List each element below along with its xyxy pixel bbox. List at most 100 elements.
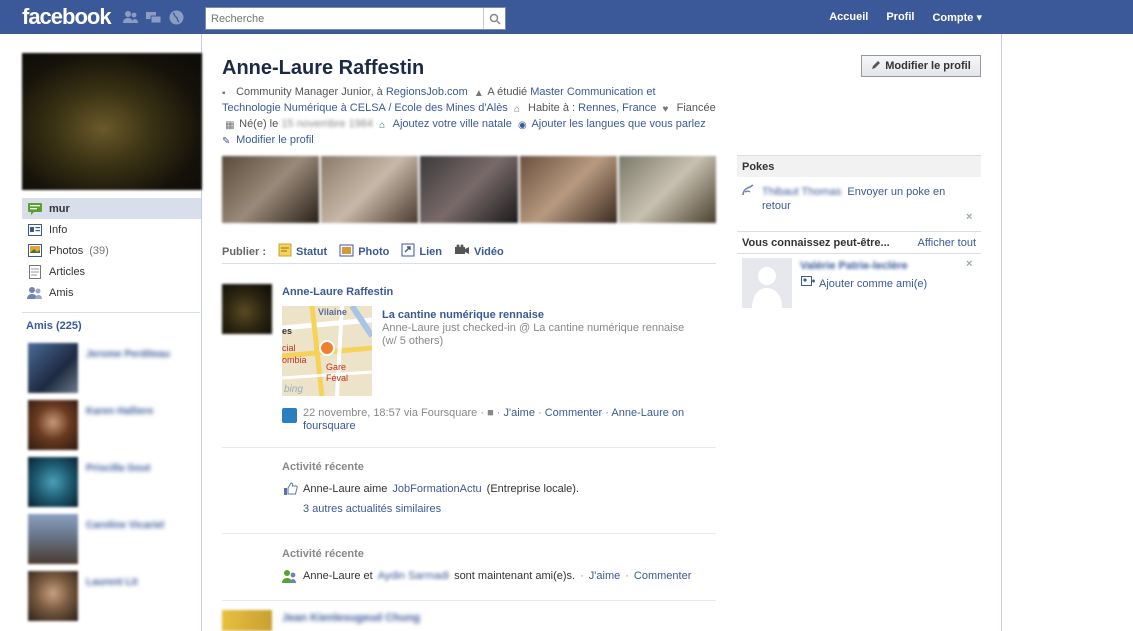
- sidebar-item-info[interactable]: Info: [22, 219, 201, 240]
- profile-nav: mur Info Photos (39) Articles Amis: [22, 198, 201, 303]
- lives-prefix: Habite à :: [528, 102, 576, 114]
- relationship-status: Fiancée: [676, 102, 716, 114]
- company-link[interactable]: RegionsJob.com: [386, 86, 468, 98]
- friends-section-title[interactable]: Amis (225): [26, 320, 82, 332]
- map-label: ombia: [282, 355, 307, 365]
- friend-requests-icon[interactable]: [122, 9, 139, 26]
- camera-icon: [339, 243, 354, 260]
- notification-jewels: [122, 9, 185, 26]
- location-map[interactable]: Vilaine es cial ombia Gare Féval bing: [282, 306, 372, 396]
- similar-stories-link[interactable]: 3 autres actualités similaires: [303, 503, 441, 515]
- friend-photo[interactable]: [28, 400, 78, 450]
- friend-name[interactable]: Jerome Perditeau: [86, 349, 170, 393]
- liked-page-link[interactable]: JobFormationActu: [392, 483, 481, 495]
- thumbs-up-icon: [282, 481, 298, 497]
- friend-item[interactable]: Jerome Perditeau: [28, 343, 198, 393]
- edit-profile-label: Modifier le profil: [885, 60, 971, 72]
- friend-item[interactable]: Caroline Vicariel: [28, 514, 198, 564]
- sidebar-item-amis[interactable]: Amis: [22, 282, 201, 303]
- nav-compte[interactable]: Compte ▾: [923, 11, 991, 24]
- friend-photo[interactable]: [28, 514, 78, 564]
- notes-icon: [27, 264, 43, 280]
- close-icon[interactable]: ×: [966, 211, 972, 223]
- friend-item[interactable]: Laurent Lit: [28, 571, 198, 621]
- born-prefix: Né(e) le: [239, 118, 279, 130]
- sidebar-item-articles[interactable]: Articles: [22, 261, 201, 282]
- tagged-photo[interactable]: [420, 156, 518, 223]
- add-hometown-link[interactable]: Ajoutez votre ville natale: [393, 118, 512, 130]
- activity-suffix: (Entreprise locale).: [486, 483, 579, 495]
- feed-story-checkin: Anne-Laure Raffestin Vilaine es cial omb…: [222, 284, 716, 444]
- place-title-link[interactable]: La cantine numérique rennaise: [382, 309, 544, 321]
- friend-photo[interactable]: [28, 457, 78, 507]
- story-avatar[interactable]: [222, 610, 272, 631]
- pokes-title: Pokes: [742, 160, 775, 173]
- friend-name[interactable]: Laurent Lit: [86, 577, 138, 621]
- map-label: Gare: [326, 362, 346, 372]
- publish-photo-label: Photo: [358, 245, 390, 258]
- add-languages-link[interactable]: Ajouter les langues que vous parlez: [531, 118, 705, 130]
- map-label: Vilaine: [318, 307, 347, 317]
- video-camera-icon: [454, 244, 470, 260]
- photos-count: (39): [89, 244, 109, 257]
- story-time[interactable]: 22 novembre, 18:57 via Foursquare: [303, 407, 477, 419]
- graduation-cap-icon: ▲: [473, 88, 484, 99]
- friend-item[interactable]: Karen Halliere: [28, 400, 198, 450]
- comment-link[interactable]: Commenter: [545, 407, 602, 419]
- tagged-photo[interactable]: [222, 156, 320, 223]
- publish-status-button[interactable]: Statut: [278, 243, 327, 260]
- friend-photo[interactable]: [28, 343, 78, 393]
- tagged-photo[interactable]: [618, 156, 717, 223]
- tagged-photo[interactable]: [519, 156, 617, 223]
- like-link[interactable]: J'aime: [589, 570, 620, 582]
- friend-item[interactable]: Priscilla Gout: [28, 457, 198, 507]
- friend-name[interactable]: Karen Halliere: [86, 406, 153, 450]
- poke-person[interactable]: Thibaut Thomas: [762, 186, 841, 198]
- story-divider: [222, 600, 716, 601]
- nav-compte-label: Compte: [932, 11, 974, 24]
- nav-profil[interactable]: Profil: [877, 11, 923, 23]
- study-prefix: A étudié: [487, 86, 528, 98]
- search-icon[interactable]: [483, 8, 505, 29]
- facebook-logo[interactable]: facebook: [22, 4, 112, 30]
- city-link[interactable]: Rennes, France: [578, 102, 656, 114]
- map-label: cial: [282, 343, 296, 353]
- notifications-globe-icon[interactable]: [168, 9, 185, 26]
- story-avatar[interactable]: [222, 284, 272, 334]
- friend-name[interactable]: Caroline Vicariel: [86, 520, 164, 564]
- pymk-header: Vous connaissez peut-être... Afficher to…: [737, 231, 981, 253]
- add-friend-button[interactable]: Ajouter comme ami(e): [801, 276, 927, 291]
- comment-link[interactable]: Commenter: [634, 570, 691, 582]
- pymk-avatar[interactable]: [742, 258, 792, 308]
- see-all-link[interactable]: Afficher tout: [918, 237, 977, 249]
- poke-line: Thibaut Thomas Envoyer un poke en retour: [762, 185, 972, 213]
- story-author[interactable]: Anne-Laure Raffestin: [282, 286, 393, 298]
- search-input[interactable]: [206, 9, 483, 28]
- edit-profile-button[interactable]: Modifier le profil: [861, 55, 981, 77]
- friendship-icon: [282, 568, 298, 584]
- publish-video-button[interactable]: Vidéo: [454, 244, 504, 260]
- sidebar-item-photos[interactable]: Photos (39): [22, 240, 201, 261]
- edit-profile-link[interactable]: Modifier le profil: [236, 134, 314, 146]
- photos-icon: [27, 243, 43, 259]
- pymk-name[interactable]: Valérie Patrie-leclère: [800, 260, 908, 272]
- friend-name[interactable]: Priscilla Gout: [86, 463, 150, 507]
- publish-link-button[interactable]: Lien: [401, 243, 442, 260]
- profile-picture[interactable]: [22, 53, 202, 190]
- like-link[interactable]: J'aime: [504, 407, 535, 419]
- map-label: Féval: [326, 373, 348, 383]
- top-nav: Accueil Profil Compte ▾: [820, 0, 991, 34]
- friend-name-link[interactable]: Aydin Sarmadi: [378, 570, 449, 582]
- messages-icon[interactable]: [145, 9, 162, 26]
- sidebar-item-mur[interactable]: mur: [22, 198, 201, 219]
- globe-icon: ◉: [517, 120, 527, 131]
- sidebar-item-label: Amis: [49, 286, 74, 299]
- briefcase-icon: ▪: [222, 88, 226, 99]
- publish-photo-button[interactable]: Photo: [339, 243, 389, 260]
- friends-icon: [27, 285, 43, 301]
- tagged-photo[interactable]: [321, 156, 419, 223]
- story-author[interactable]: Jean Kienlesugeud Chung: [282, 612, 420, 624]
- close-icon[interactable]: ×: [966, 258, 972, 270]
- friend-photo[interactable]: [28, 571, 78, 621]
- nav-accueil[interactable]: Accueil: [820, 11, 877, 23]
